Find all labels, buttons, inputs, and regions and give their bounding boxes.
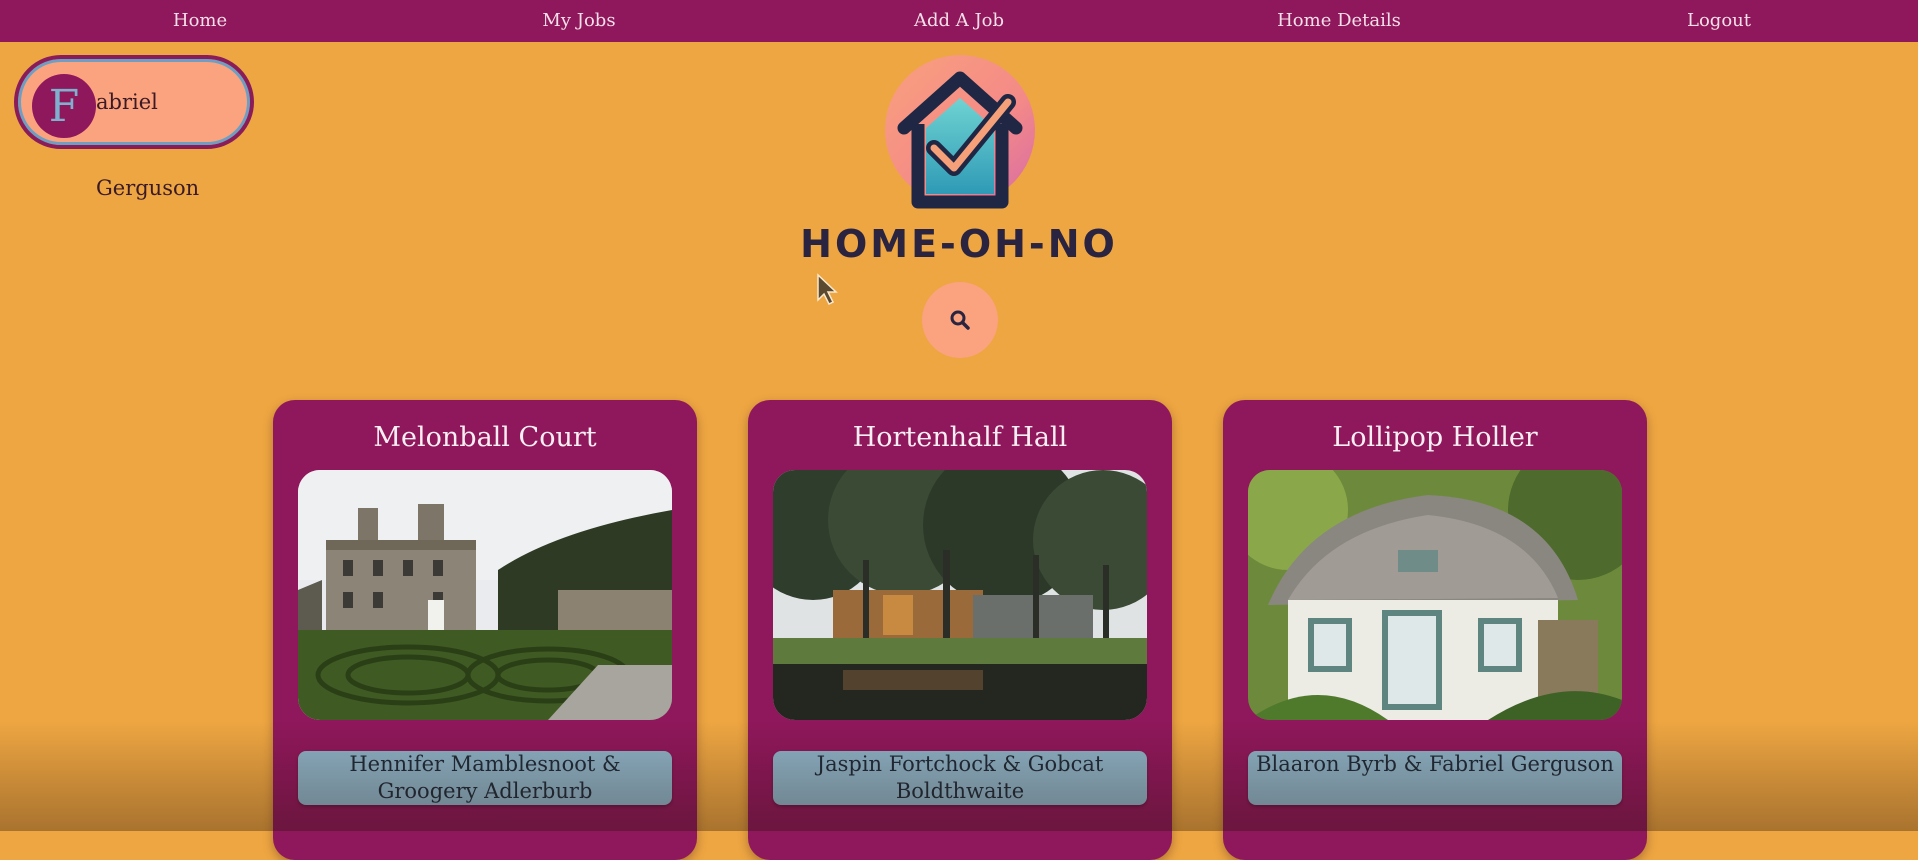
avatar: F [32, 74, 96, 138]
mouse-cursor-icon [817, 273, 838, 306]
home-owners: Hennifer Mamblesnoot & Groogery Adlerbur… [298, 751, 672, 805]
search-icon [950, 310, 970, 330]
home-owners: Blaaron Byrb & Fabriel Gerguson [1248, 751, 1622, 805]
nav-add-a-job[interactable]: Add A Job [914, 0, 1004, 42]
home-card[interactable]: Melonball Court Hennifer Mamblesnoot & G… [273, 400, 697, 860]
home-photo [773, 470, 1147, 720]
home-photo [1248, 470, 1622, 720]
brand-title: HOME-OH-NO [800, 222, 1118, 266]
top-navbar: Home My Jobs Add A Job Home Details Logo… [0, 0, 1918, 42]
home-card[interactable]: Hortenhalf Hall Jaspin Fortchock & Gobca… [748, 400, 1172, 860]
nav-logout[interactable]: Logout [1687, 0, 1751, 42]
search-button[interactable] [922, 282, 998, 358]
home-owners: Jaspin Fortchock & Gobcat Boldthwaite [773, 751, 1147, 805]
house-check-logo-icon [885, 55, 1035, 209]
home-photo [298, 470, 672, 720]
user-profile-pill[interactable]: F abriel Gerguson [14, 55, 254, 200]
nav-my-jobs[interactable]: My Jobs [542, 0, 615, 42]
home-card-title: Lollipop Holler [1332, 422, 1538, 453]
home-card-title: Hortenhalf Hall [852, 422, 1068, 453]
home-card-title: Melonball Court [373, 422, 597, 453]
home-card[interactable]: Lollipop Holler Blaaron Byrb & Fabriel G… [1223, 400, 1647, 860]
nav-home-details[interactable]: Home Details [1277, 0, 1401, 42]
nav-home[interactable]: Home [173, 0, 227, 42]
user-name: abriel Gerguson [96, 90, 200, 200]
